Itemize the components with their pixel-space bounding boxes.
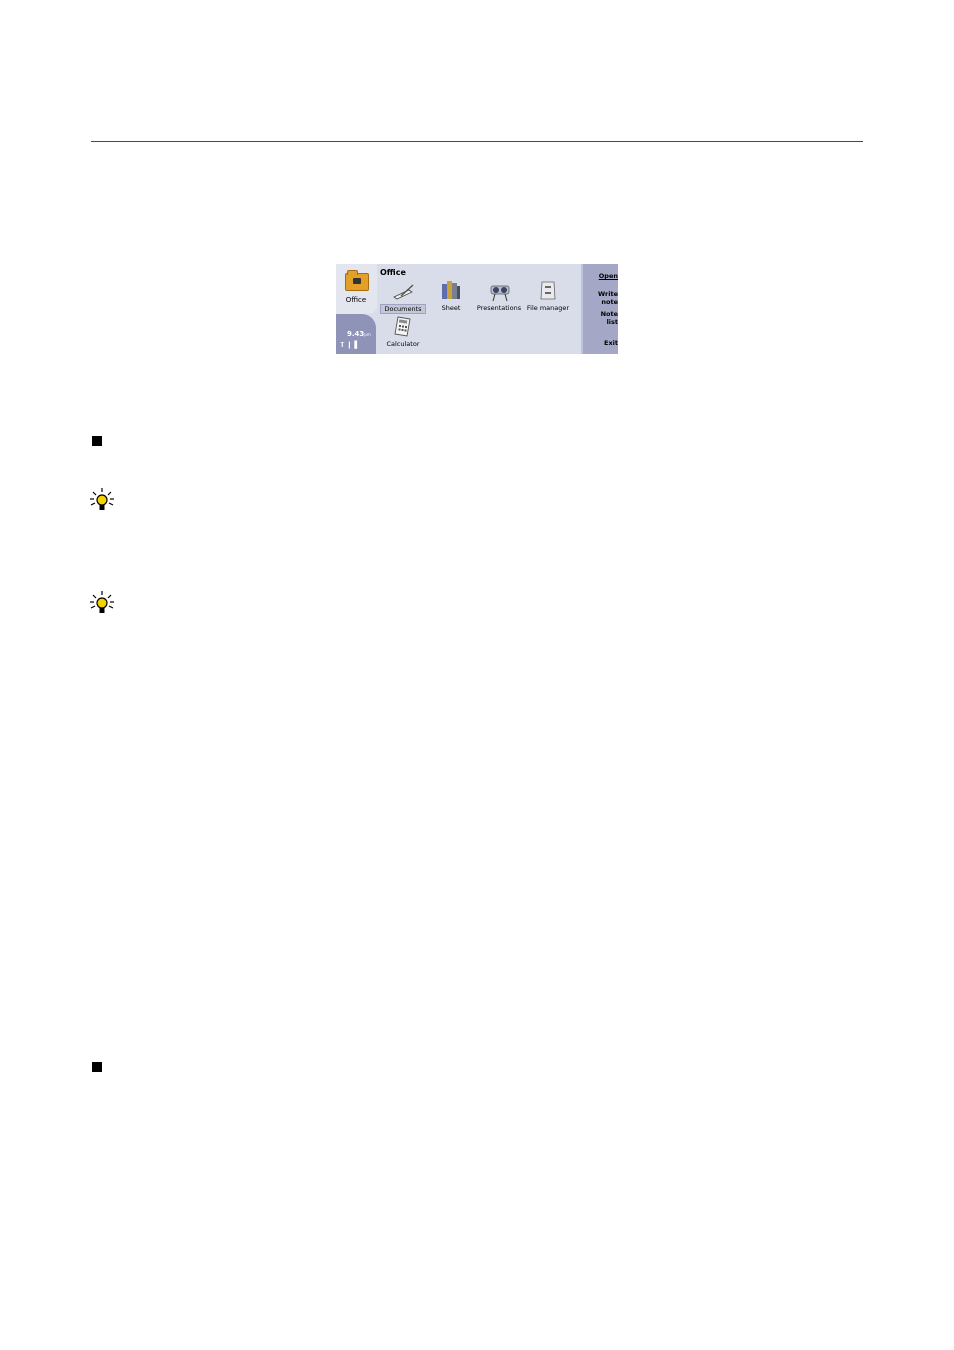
- sheet-icon: [439, 278, 463, 302]
- app-file-manager[interactable]: File manager: [522, 278, 574, 312]
- battery-icon: ▌: [354, 341, 362, 349]
- app-presentations[interactable]: Presentations: [473, 280, 525, 312]
- app-label: Sheet: [441, 304, 461, 312]
- app-label: File manager: [526, 304, 570, 312]
- softkey-column: Open Write note Note list Exit: [581, 264, 618, 354]
- calculator-icon: [391, 314, 415, 338]
- section-bullet: [92, 1062, 102, 1072]
- exit-softkey[interactable]: Exit: [604, 339, 618, 347]
- app-label: Calculator: [386, 340, 420, 348]
- clock-suffix: pm: [364, 332, 371, 337]
- note-list-softkey[interactable]: Note list: [598, 310, 618, 326]
- documents-icon: [391, 282, 415, 302]
- status-area: 9.43pm 𝚻❙▌: [336, 314, 376, 354]
- app-label: Presentations: [476, 304, 522, 312]
- header-rule: [91, 141, 863, 142]
- app-documents[interactable]: Documents: [377, 282, 429, 314]
- presentations-icon: [487, 280, 511, 302]
- clock-time: 9.43: [347, 330, 365, 338]
- tab-office[interactable]: Office: [336, 264, 378, 314]
- signal-indicators: 𝚻❙▌: [340, 341, 362, 350]
- app-calculator[interactable]: Calculator: [377, 314, 429, 348]
- tip-lightbulb-icon: [89, 487, 115, 513]
- app-sheet[interactable]: Sheet: [425, 278, 477, 312]
- office-screenshot: Office 9.43pm 𝚻❙▌ Office Documents Sheet…: [336, 264, 618, 354]
- open-softkey[interactable]: Open: [599, 272, 618, 280]
- view-title: Office: [380, 268, 406, 277]
- file-manager-icon: [536, 278, 560, 302]
- tip-lightbulb-icon: [89, 590, 115, 616]
- clock: 9.43pm: [347, 330, 371, 338]
- tab-label: Office: [345, 296, 367, 304]
- section-bullet: [92, 436, 102, 446]
- app-label: Documents: [380, 304, 426, 314]
- office-folder-icon: [345, 270, 369, 291]
- app-grid: Office Documents Sheet Presentations Fil…: [377, 264, 581, 354]
- write-note-softkey[interactable]: Write note: [594, 290, 618, 306]
- tab-strip: Office 9.43pm 𝚻❙▌: [336, 264, 378, 354]
- phone-glyph-icon: [353, 278, 361, 284]
